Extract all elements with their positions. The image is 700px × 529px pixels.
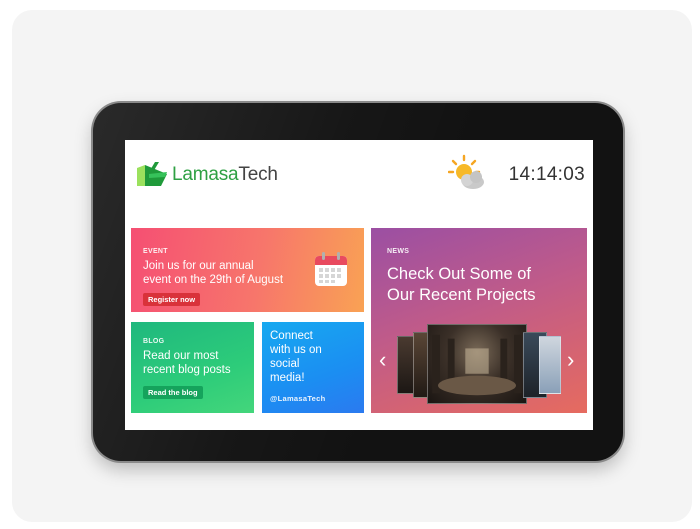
event-label: EVENT	[143, 248, 168, 255]
carousel-next-arrow[interactable]: ›	[567, 349, 574, 371]
carousel-photo	[539, 336, 561, 394]
news-tile[interactable]: NEWS Check Out Some of Our Recent Projec…	[371, 228, 587, 413]
social-line-1: Connect	[270, 330, 313, 342]
social-handle[interactable]: @LamasaTech	[270, 394, 326, 403]
lamasatech-logo: LamasaTech	[135, 160, 278, 190]
logo-mark-icon	[137, 162, 167, 186]
social-line-4: media!	[270, 372, 305, 384]
blog-tile[interactable]: BLOG Read our most recent blog posts Rea…	[131, 322, 254, 413]
event-tile[interactable]: EVENT Join us for our annual event on th…	[131, 228, 364, 312]
blog-line-1: Read our most	[143, 350, 219, 362]
calendar-icon	[315, 252, 347, 286]
social-line-3: social	[270, 358, 300, 370]
carousel-prev-arrow[interactable]: ‹	[379, 349, 386, 371]
carousel-photo-featured	[427, 324, 527, 404]
event-line-2: event on the 29th of August	[143, 274, 284, 286]
partly-cloudy-icon	[448, 154, 484, 189]
blog-label: BLOG	[143, 338, 165, 345]
news-title: Check Out Some of Our Recent Projects	[387, 264, 536, 306]
logo-text: LamasaTech	[172, 164, 278, 185]
social-line-2: with us on	[270, 344, 322, 356]
news-label: NEWS	[387, 248, 410, 255]
news-title-line-2: Our Recent Projects	[387, 286, 536, 304]
project-carousel[interactable]: ‹ ›	[379, 324, 579, 406]
read-the-blog-button[interactable]: Read the blog	[143, 386, 203, 399]
social-tile[interactable]: Connect with us on social media! @Lamasa…	[262, 322, 364, 413]
news-title-line-1: Check Out Some of	[387, 265, 531, 283]
signage-screen: LamasaTech 14:14:03 EVENT Join us for ou…	[125, 140, 593, 430]
clock: 14:14:03	[508, 164, 585, 185]
blog-line-2: recent blog posts	[143, 364, 231, 376]
register-now-button[interactable]: Register now	[143, 293, 201, 306]
event-line-1: Join us for our annual	[143, 260, 254, 272]
photo-scene	[432, 334, 522, 396]
